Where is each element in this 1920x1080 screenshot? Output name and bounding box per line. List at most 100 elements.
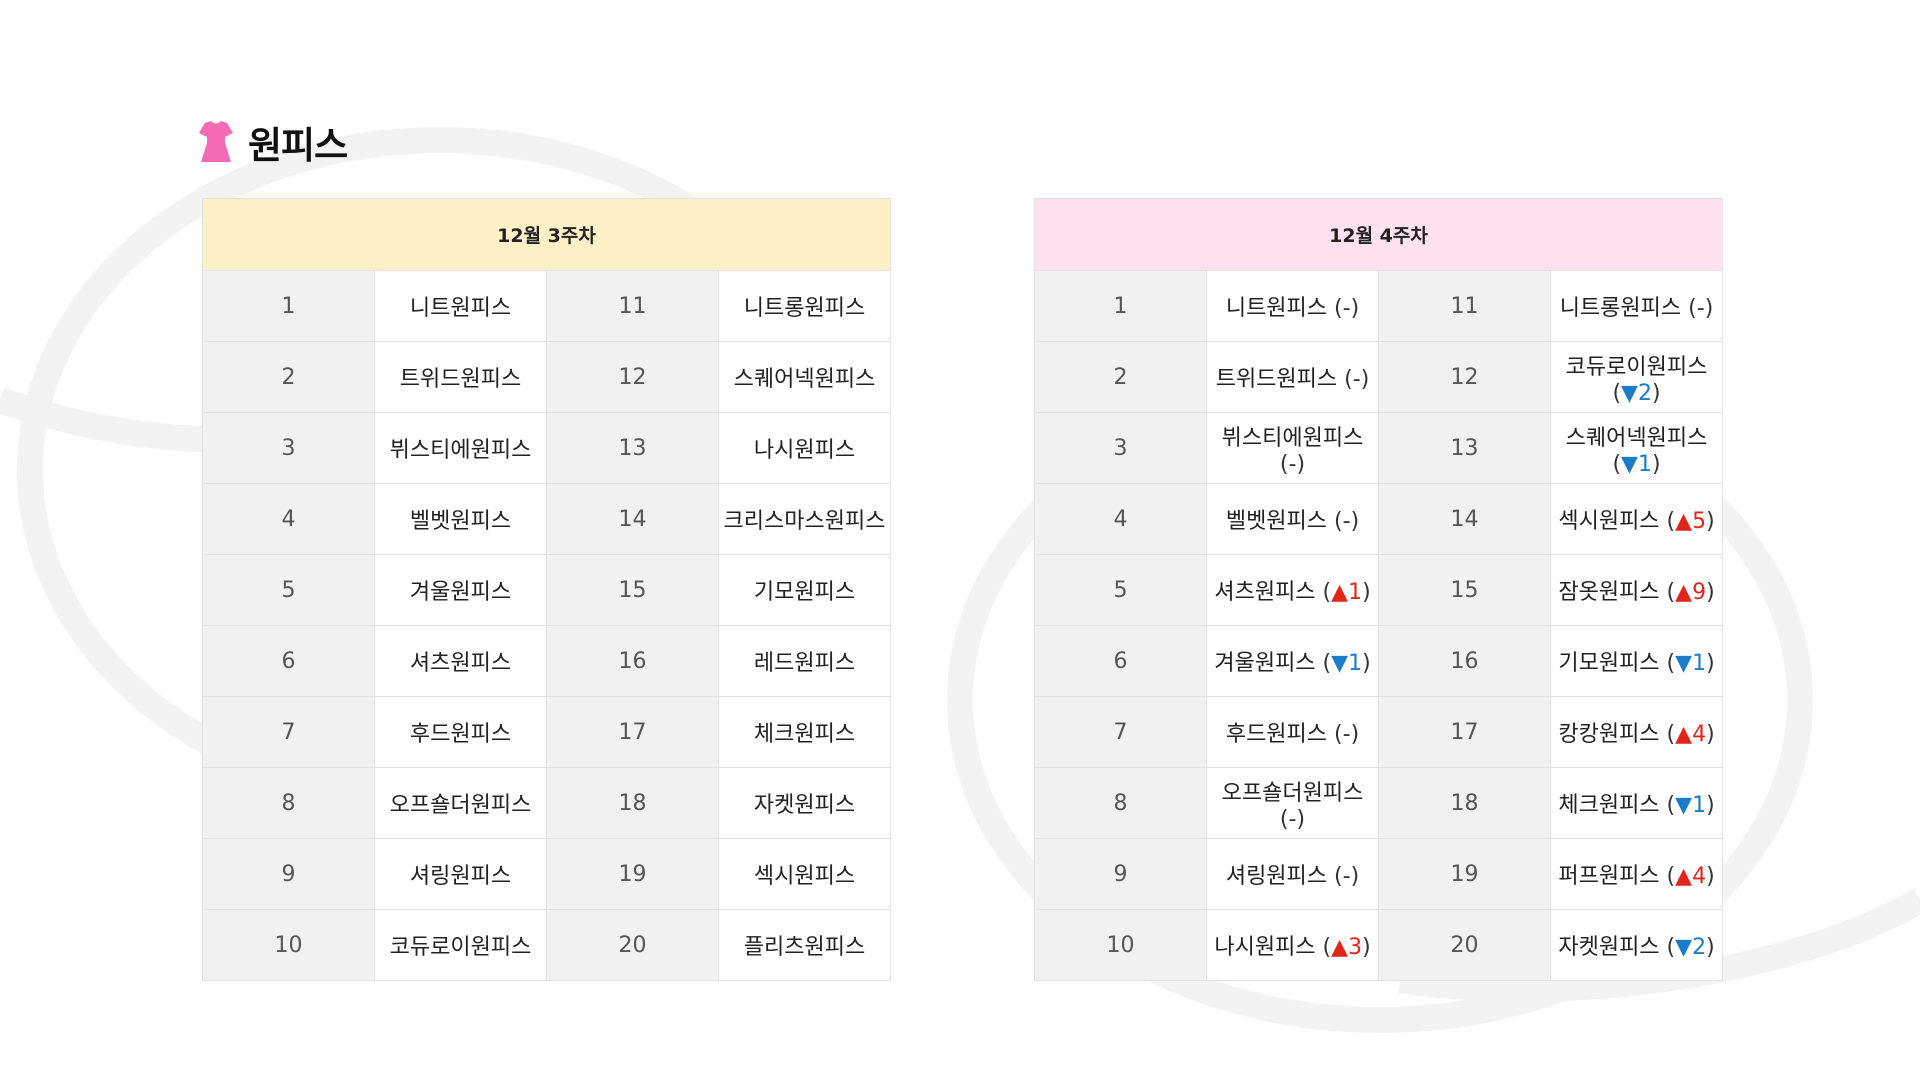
- triangle-down-icon: ▼: [1675, 793, 1693, 818]
- keyword-cell: 코듀로이원피스 (▼2): [1550, 341, 1723, 413]
- keyword-name: 기모원피스: [1558, 651, 1660, 676]
- rank-number: 4: [1034, 483, 1207, 555]
- rank-change-indicator: (-): [1334, 509, 1360, 534]
- rank-number: 6: [202, 625, 375, 697]
- triangle-down-icon: ▼: [1675, 935, 1693, 960]
- table-row: 2 트위드원피스 (-) 12 코듀로이원피스 (▼2): [1034, 341, 1723, 413]
- keyword-name: 체크원피스: [718, 696, 891, 768]
- rank-number: 15: [546, 554, 719, 626]
- rank-change-value: 4: [1692, 864, 1707, 889]
- rank-change-indicator: (▲5): [1666, 509, 1715, 534]
- table-header-row: 12월 3주차: [202, 198, 891, 271]
- rank-number: 1: [1034, 270, 1207, 342]
- table-row: 5 셔츠원피스 (▲1) 15 잠옷원피스 (▲9): [1034, 554, 1723, 626]
- slide-canvas: 원피스 12월 3주차 1 니트원피스 11 니트롱원피스 2 트위드원피스 12 스퀘어넥원…: [0, 0, 1920, 1080]
- rank-number: 12: [546, 341, 719, 413]
- keyword-name: 벨벳원피스: [374, 483, 547, 555]
- triangle-up-icon: ▲: [1331, 935, 1349, 960]
- rank-change-value: -: [1342, 864, 1351, 889]
- keyword-name: 겨울원피스: [1214, 651, 1316, 676]
- keyword-name: 니트롱원피스: [1559, 296, 1682, 321]
- table-row: 10 나시원피스 (▲3) 20 자켓원피스 (▼2): [1034, 909, 1723, 981]
- rank-number: 4: [202, 483, 375, 555]
- keyword-name: 스퀘어넥원피스: [718, 341, 891, 413]
- table-row: 1 니트원피스 (-) 11 니트롱원피스 (-): [1034, 270, 1723, 342]
- rank-number: 17: [546, 696, 719, 768]
- rank-number: 20: [546, 909, 719, 981]
- table-row: 10 코듀로이원피스 20 플리츠원피스: [202, 909, 891, 981]
- keyword-cell: 섹시원피스 (▲5): [1550, 483, 1723, 555]
- rank-number: 16: [1378, 625, 1551, 697]
- ranking-table-body: 1 니트원피스 11 니트롱원피스 2 트위드원피스 12 스퀘어넥원피스 3 뷔스티에원피스 13…: [202, 270, 891, 981]
- rank-number: 3: [1034, 412, 1207, 484]
- triangle-down-icon: ▼: [1621, 451, 1638, 477]
- rank-change-indicator: (-): [1344, 367, 1370, 392]
- keyword-cell: 니트롱원피스 (-): [1550, 270, 1723, 342]
- ranking-table-week3: 12월 3주차 1 니트원피스 11 니트롱원피스 2 트위드원피스 12 스퀘어넥원피스 3 뷔…: [202, 198, 891, 981]
- rank-number: 17: [1378, 696, 1551, 768]
- keyword-name: 니트롱원피스: [718, 270, 891, 342]
- keyword-name: 오프숄더원피스: [1221, 780, 1364, 806]
- keyword-cell: 스퀘어넥원피스 (▼1): [1550, 412, 1723, 484]
- rank-change-value: 1: [1692, 651, 1707, 676]
- rank-number: 20: [1378, 909, 1551, 981]
- table-row: 8 오프숄더원피스 18 자켓원피스: [202, 767, 891, 839]
- rank-number: 15: [1378, 554, 1551, 626]
- keyword-cell: 체크원피스 (▼1): [1550, 767, 1723, 839]
- keyword-name: 섹시원피스: [1558, 509, 1660, 534]
- triangle-down-icon: ▼: [1675, 651, 1693, 676]
- rank-change-indicator: (▲3): [1322, 935, 1371, 960]
- week-header-label: 12월 3주차: [202, 198, 891, 271]
- rank-number: 18: [1378, 767, 1551, 839]
- rank-change-value: 4: [1692, 722, 1707, 747]
- table-row: 8 오프숄더원피스 (-) 18 체크원피스 (▼1): [1034, 767, 1723, 839]
- rank-change-indicator: (▼2): [1666, 935, 1715, 960]
- rank-change-value: 1: [1348, 580, 1363, 605]
- ranking-table-week4: 12월 4주차 1 니트원피스 (-) 11 니트롱원피스 (-) 2 트위드원피스 (-…: [1034, 198, 1723, 981]
- keyword-name: 뷔스티에원피스: [1221, 425, 1364, 451]
- rank-change-indicator: (-): [1279, 451, 1306, 477]
- keyword-name: 니트원피스: [1225, 296, 1328, 321]
- rank-change-value: -: [1696, 296, 1705, 321]
- rank-number: 14: [546, 483, 719, 555]
- triangle-down-icon: ▼: [1331, 651, 1349, 676]
- rank-change-value: 1: [1692, 793, 1707, 818]
- rank-number: 3: [202, 412, 375, 484]
- keyword-cell: 기모원피스 (▼1): [1550, 625, 1723, 697]
- rank-number: 19: [546, 838, 719, 910]
- table-row: 9 셔링원피스 (-) 19 퍼프원피스 (▲4): [1034, 838, 1723, 910]
- triangle-up-icon: ▲: [1675, 864, 1693, 889]
- table-row: 4 벨벳원피스 (-) 14 섹시원피스 (▲5): [1034, 483, 1723, 555]
- triangle-up-icon: ▲: [1675, 722, 1693, 747]
- keyword-cell: 트위드원피스 (-): [1206, 341, 1379, 413]
- table-row: 6 셔츠원피스 16 레드원피스: [202, 625, 891, 697]
- rank-number: 2: [1034, 341, 1207, 413]
- rank-change-indicator: (-): [1279, 806, 1306, 832]
- keyword-cell: 겨울원피스 (▼1): [1206, 625, 1379, 697]
- rank-change-value: -: [1342, 509, 1351, 534]
- keyword-cell: 벨벳원피스 (-): [1206, 483, 1379, 555]
- rank-change-indicator: (-): [1334, 864, 1360, 889]
- dress-icon: [198, 120, 234, 164]
- rank-change-indicator: (▲4): [1666, 722, 1715, 747]
- triangle-down-icon: ▼: [1621, 380, 1638, 406]
- table-row: 3 뷔스티에원피스 13 나시원피스: [202, 412, 891, 484]
- keyword-name: 후드원피스: [1225, 722, 1328, 747]
- rank-change-value: -: [1342, 296, 1351, 321]
- rank-change-value: -: [1342, 722, 1351, 747]
- table-row: 5 겨울원피스 15 기모원피스: [202, 554, 891, 626]
- rank-change-indicator: (▼1): [1612, 451, 1661, 477]
- keyword-name: 캉캉원피스: [1558, 722, 1660, 747]
- keyword-name: 셔츠원피스: [1214, 580, 1316, 605]
- rank-change-value: 3: [1348, 935, 1363, 960]
- rank-change-value: -: [1288, 806, 1297, 832]
- keyword-name: 잠옷원피스: [1558, 580, 1660, 605]
- rank-number: 8: [202, 767, 375, 839]
- table-row: 7 후드원피스 17 체크원피스: [202, 696, 891, 768]
- rank-number: 2: [202, 341, 375, 413]
- table-row: 3 뷔스티에원피스 (-) 13 스퀘어넥원피스 (▼1): [1034, 412, 1723, 484]
- triangle-up-icon: ▲: [1675, 509, 1693, 534]
- keyword-cell: 오프숄더원피스 (-): [1206, 767, 1379, 839]
- rank-number: 9: [202, 838, 375, 910]
- keyword-name: 니트원피스: [374, 270, 547, 342]
